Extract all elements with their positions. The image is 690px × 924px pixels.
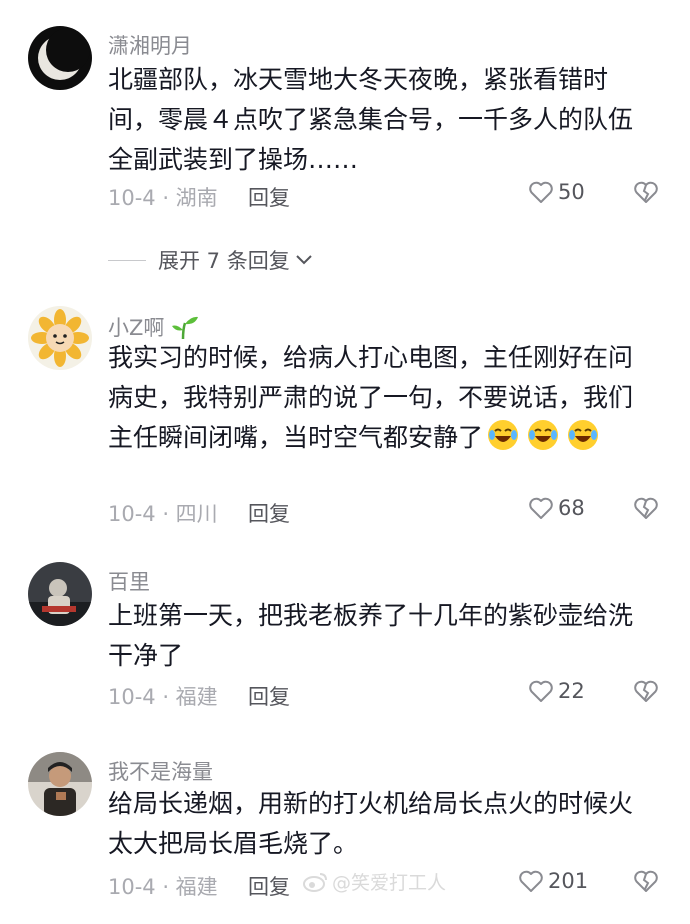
like-count: 68 (558, 496, 585, 520)
reply-button[interactable]: 回复 (248, 681, 290, 711)
broken-heart-icon (634, 680, 658, 702)
reply-button[interactable]: 回复 (248, 871, 290, 901)
like-button[interactable]: 201 (518, 869, 588, 893)
reply-button[interactable]: 回复 (248, 182, 290, 212)
expand-replies-label: 展开 7 条回复 (158, 249, 290, 273)
like-button[interactable]: 22 (528, 679, 585, 703)
like-count: 22 (558, 679, 585, 703)
comment-date-location: 10-4 · 四川 (108, 502, 218, 526)
watermark: @笑爱打工人 (302, 868, 446, 895)
comment-text: 我实习的时候，给病人打心电图，主任刚好在问病史，我特别严肃的说了一句，不要说话，… (108, 338, 648, 458)
comment-text: 北疆部队，冰天雪地大冬天夜晚，紧张看错时间，零晨４点吹了紧急集合号，一千多人的队… (108, 65, 634, 174)
broken-heart-icon (634, 181, 658, 203)
watermark-text: @笑爱打工人 (332, 872, 447, 894)
crying-laughing-emoji-icon (488, 420, 519, 450)
broken-heart-icon (634, 870, 658, 892)
like-count: 201 (548, 869, 589, 893)
comment-date-location: 10-4 · 湖南 (108, 186, 218, 210)
comment-text: 给局长递烟，用新的打火机给局长点火的时候火太大把局长眉毛烧了。 (108, 789, 634, 858)
broken-heart-icon (634, 497, 658, 519)
heart-outline-icon (529, 680, 553, 702)
expand-replies-button[interactable]: 展开 7 条回复 (108, 245, 314, 275)
heart-outline-icon (519, 870, 543, 892)
heart-outline-icon (529, 181, 553, 203)
username[interactable]: 我不是海量 (108, 756, 213, 786)
heart-outline-icon (529, 497, 553, 519)
dislike-button[interactable] (633, 180, 659, 208)
crying-laughing-emoji-icon (568, 420, 599, 450)
avatar[interactable] (28, 752, 92, 816)
chevron-down-icon (296, 255, 312, 265)
dislike-button[interactable] (633, 679, 659, 707)
like-button[interactable]: 50 (528, 180, 585, 204)
weibo-logo-icon (303, 872, 327, 892)
like-button[interactable]: 68 (528, 496, 585, 520)
dislike-button[interactable] (633, 496, 659, 524)
username-text: 小Z啊 (108, 316, 165, 340)
reply-button[interactable]: 回复 (248, 498, 290, 528)
avatar[interactable] (28, 306, 92, 370)
avatar[interactable] (28, 26, 92, 90)
comment-text: 上班第一天，把我老板养了十几年的紫砂壶给洗干净了 (108, 601, 634, 670)
divider (108, 259, 146, 261)
avatar[interactable] (28, 562, 92, 626)
comment-date-location: 10-4 · 福建 (108, 875, 218, 899)
like-count: 50 (558, 180, 585, 204)
username[interactable]: 潇湘明月 (108, 30, 192, 60)
crying-laughing-emoji-icon (528, 420, 559, 450)
comment-date-location: 10-4 · 福建 (108, 685, 218, 709)
sprout-icon (172, 316, 199, 340)
username[interactable]: 百里 (108, 566, 150, 596)
dislike-button[interactable] (633, 869, 659, 897)
